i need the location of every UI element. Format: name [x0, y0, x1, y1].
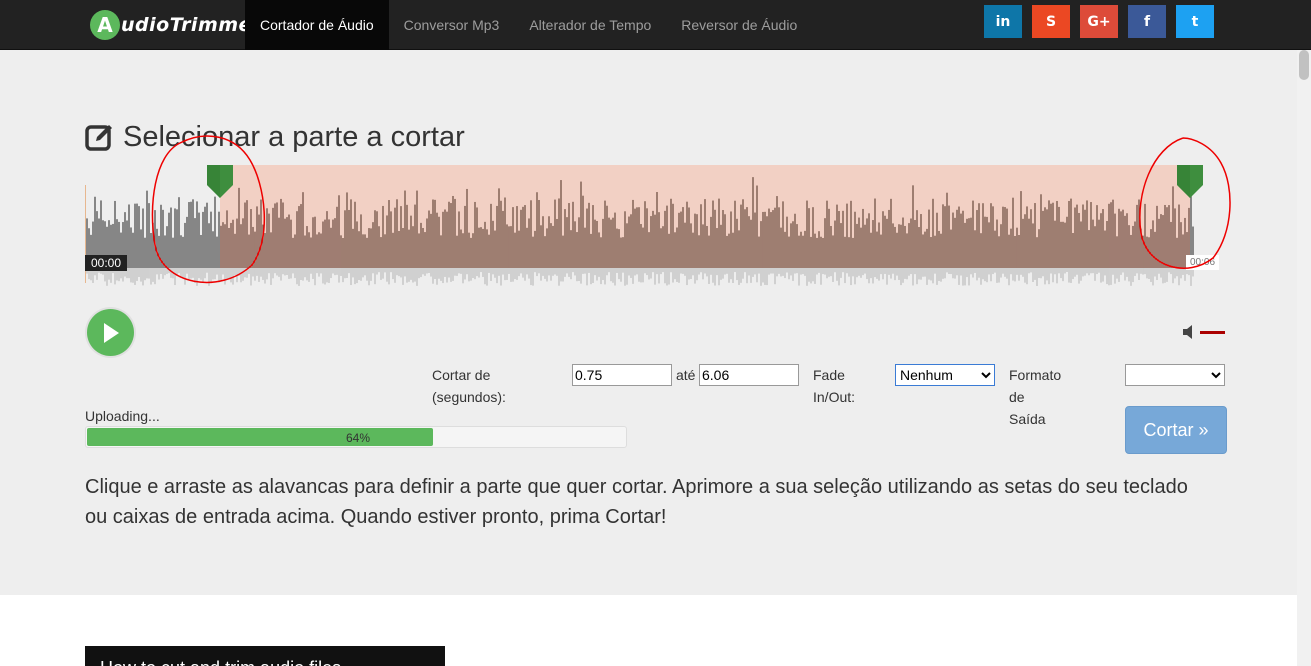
progress-bar-fill — [87, 428, 433, 446]
upload-status: Uploading... — [85, 408, 160, 424]
scrollbar-thumb[interactable] — [1299, 50, 1309, 80]
video-embed[interactable]: How to cut and trim audio files — [85, 646, 445, 666]
format-select[interactable] — [1125, 364, 1225, 386]
nav-item-reversor[interactable]: Reversor de Áudio — [666, 0, 812, 50]
edit-icon — [85, 125, 112, 151]
main-nav: Cortador de Áudio Conversor Mp3 Alterado… — [245, 0, 812, 50]
cut-from-label: Cortar de (segundos): — [432, 367, 506, 405]
google-plus-button[interactable]: G+ — [1080, 5, 1118, 38]
page-title: Selecionar a parte a cortar — [123, 120, 465, 153]
fade-select[interactable]: Nenhum — [895, 364, 995, 386]
speaker-icon — [1183, 325, 1192, 339]
nav-item-cortador[interactable]: Cortador de Áudio — [245, 0, 389, 50]
brand-logo[interactable]: A udioTrimmer — [90, 9, 262, 41]
nav-item-alterador[interactable]: Alterador de Tempo — [514, 0, 666, 50]
progress-text: 64% — [346, 431, 371, 445]
cut-from-input[interactable] — [572, 364, 672, 386]
top-navbar: A udioTrimmer Cortador de Áudio Converso… — [0, 0, 1311, 50]
page-scrollbar[interactable] — [1297, 50, 1311, 666]
format-label: Formato de Saída — [1009, 367, 1062, 427]
cut-button[interactable]: Cortar » — [1125, 406, 1227, 454]
waveform[interactable] — [85, 165, 1225, 290]
social-links: in S G+ f t — [984, 5, 1224, 38]
logo-text: udioTrimmer — [121, 14, 262, 36]
nav-item-conversor[interactable]: Conversor Mp3 — [389, 0, 515, 50]
section-title: Selecionar a parte a cortar — [85, 118, 465, 156]
facebook-button[interactable]: f — [1128, 5, 1166, 38]
play-icon — [103, 322, 119, 343]
logo-badge: A — [90, 10, 120, 40]
time-start: 00:00 — [85, 255, 128, 271]
to-label: até — [676, 367, 696, 383]
fade-label: Fade In/Out: — [813, 367, 856, 405]
volume-control[interactable] — [1183, 325, 1225, 339]
volume-slider[interactable] — [1200, 330, 1225, 334]
linkedin-button[interactable]: in — [984, 5, 1022, 38]
play-button[interactable] — [87, 309, 134, 356]
upload-progress: 64% — [85, 426, 627, 448]
video-title: How to cut and trim audio files — [100, 658, 341, 666]
cut-to-input[interactable] — [699, 364, 799, 386]
instructions-text: Clique e arraste as alavancas para defin… — [85, 476, 1188, 528]
stumbleupon-button[interactable]: S — [1032, 5, 1070, 38]
time-end: 00:06 — [1186, 255, 1220, 270]
twitter-button[interactable]: t — [1176, 5, 1214, 38]
